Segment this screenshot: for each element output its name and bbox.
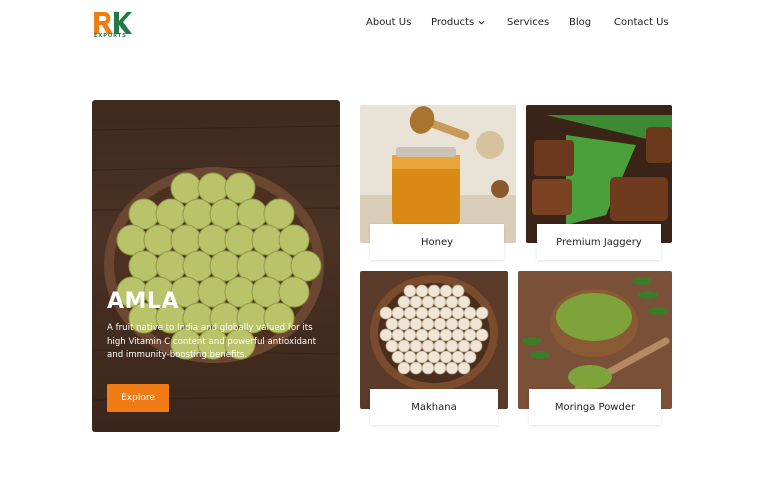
nav-products-label: Products: [431, 17, 475, 28]
nav-services[interactable]: Services: [507, 17, 549, 28]
logo-subtext: EXPORTS: [94, 33, 127, 39]
product-label-makhana[interactable]: Makhana: [370, 389, 498, 425]
hero-title: AMLA: [107, 289, 179, 314]
product-label-honey[interactable]: Honey: [370, 224, 504, 260]
nav-products[interactable]: Products: [431, 17, 486, 28]
product-label-jaggery[interactable]: Premium Jaggery: [537, 224, 661, 260]
honey-image: [360, 105, 516, 243]
amla-bowl-image: [92, 125, 340, 401]
nav-blog[interactable]: Blog: [569, 17, 591, 28]
jaggery-image: [526, 105, 672, 243]
amla-hero-card: AMLA A fruit native to India and globall…: [92, 100, 340, 432]
chevron-down-icon: [478, 20, 485, 25]
hero-description: A fruit native to India and globally val…: [107, 323, 317, 360]
nav-contact-us[interactable]: Contact Us: [614, 17, 669, 28]
product-label-moringa[interactable]: Moringa Powder: [529, 389, 661, 425]
nav-about-us[interactable]: About Us: [366, 17, 411, 28]
product-card-honey[interactable]: [360, 105, 516, 243]
product-card-jaggery[interactable]: [526, 105, 672, 243]
explore-button[interactable]: Explore: [107, 384, 169, 412]
